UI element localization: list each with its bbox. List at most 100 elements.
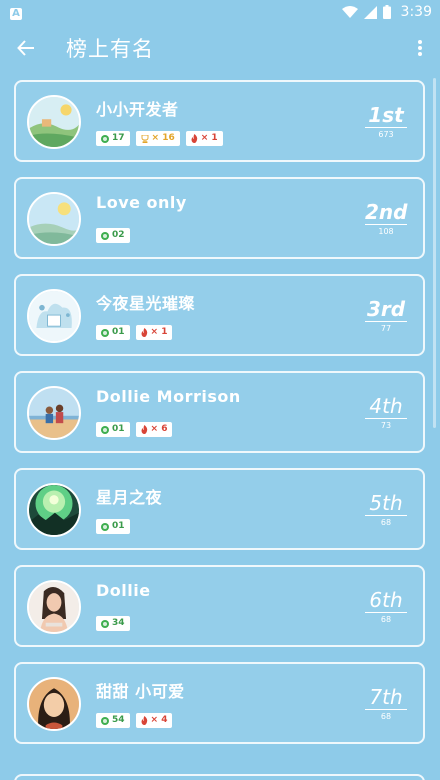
score-value: 73 [380,421,392,430]
rank-label: 4th [365,395,407,419]
rank-block: 6th 68 [365,589,407,624]
check-icon [101,328,109,337]
check-icon [101,231,109,240]
rank-block: 3rd 77 [365,298,407,333]
green-badge: 17 [96,131,130,146]
leaderboard-item[interactable]: Dollie Morrison 01 × 6 4th 73 [14,371,425,453]
green-badge: 01 [96,422,130,437]
score-value: 77 [380,324,392,333]
score-value: 673 [378,130,394,139]
green-badge: 54 [96,713,130,728]
score-value: 68 [380,518,392,527]
rank-block: 5th 68 [365,492,407,527]
score-value: 108 [378,227,394,236]
badge-row: 01 [96,519,130,534]
signal-icon [363,5,377,19]
arrow-left-icon [17,40,34,56]
badge-value: 17 [112,133,125,143]
badge-value: × 16 [151,133,175,143]
fire-icon [141,716,147,725]
green-badge: 01 [96,325,130,340]
badge-value: 34 [112,618,125,628]
green-badge: 02 [96,228,130,243]
badge-value: 01 [112,327,125,337]
scrollbar[interactable] [433,78,436,428]
badge-row: 34 [96,616,130,631]
leaderboard-item[interactable]: 今夜星光璀璨 01 × 1 3rd 77 [14,274,425,356]
red-badge: × 1 [135,325,173,340]
notification-a-icon: A [10,8,22,20]
badge-value: × 6 [150,424,168,434]
red-badge: × 6 [135,422,173,437]
check-icon [101,716,109,725]
rank-label: 7th [365,686,407,710]
fire-icon [141,425,147,434]
badge-row: 02 [96,228,130,243]
badge-value: × 1 [200,133,218,143]
badge-value: 01 [112,424,125,434]
battery-icon [382,5,391,19]
green-badge: 34 [96,616,130,631]
rank-block: 2nd 108 [365,201,407,236]
rank-label: 5th [365,492,407,516]
trophy-icon [141,134,148,143]
badge-row: 17 × 16 × 1 [96,131,223,146]
app-bar: 榜上有名 [0,24,440,72]
check-icon [101,134,109,143]
user-name: 星月之夜 [96,488,163,507]
fire-icon [141,328,147,337]
badge-value: × 4 [150,715,168,725]
green-badge: 01 [96,519,130,534]
badge-value: 02 [112,230,125,240]
back-button[interactable] [14,36,38,60]
more-options-button[interactable] [410,36,430,60]
badge-row: 01 × 6 [96,422,173,437]
avatar [27,483,81,537]
page-title: 榜上有名 [66,37,154,61]
leaderboard-item[interactable]: Dollie 34 6th 68 [14,565,425,647]
badge-value: 01 [112,521,125,531]
check-icon [101,619,109,628]
badge-row: 54 × 4 [96,713,173,728]
avatar [27,95,81,149]
leaderboard-item[interactable]: 星月之夜 01 5th 68 [14,468,425,550]
rank-block: 1st 673 [365,104,407,139]
check-icon [101,522,109,531]
rank-label: 3rd [365,297,407,322]
user-name: 今夜星光璀璨 [96,294,196,313]
avatar [27,192,81,246]
user-name: Dollie Morrison [96,387,241,406]
status-right: 3:39 [341,4,432,20]
user-name: 小小开发者 [96,100,179,119]
leaderboard-item[interactable]: 小小开发者 17 × 16 × 1 1st 673 [14,80,425,162]
user-name: Love only [96,193,187,212]
fire-icon [191,134,197,143]
leaderboard-item[interactable]: 甜甜 小可爱 54 × 4 7th 68 [14,662,425,744]
badge-row: 01 × 1 [96,325,173,340]
leaderboard-item[interactable]: Love only 02 2nd 108 [14,177,425,259]
check-icon [101,425,109,434]
avatar [27,289,81,343]
score-value: 68 [380,615,392,624]
rank-block: 4th 73 [365,395,407,430]
rank-label: 1st [365,104,407,128]
user-name: 甜甜 小可爱 [96,682,185,701]
gold-badge: × 16 [135,131,180,146]
status-left: A [10,4,22,20]
rank-block: 7th 68 [365,686,407,721]
red-badge: × 1 [185,131,223,146]
avatar [27,677,81,731]
avatar [27,386,81,440]
leaderboard-list: 小小开发者 17 × 16 × 1 1st 673 Love only 02 2… [14,80,425,759]
user-name: Dollie [96,581,151,600]
leaderboard-item-partial[interactable] [14,774,425,780]
status-time: 3:39 [400,4,432,20]
more-vertical-icon [418,40,422,56]
badge-value: × 1 [150,327,168,337]
wifi-icon [341,6,358,18]
rank-label: 6th [365,589,407,613]
red-badge: × 4 [135,713,173,728]
rank-label: 2nd [365,200,408,225]
badge-value: 54 [112,715,125,725]
avatar [27,580,81,634]
